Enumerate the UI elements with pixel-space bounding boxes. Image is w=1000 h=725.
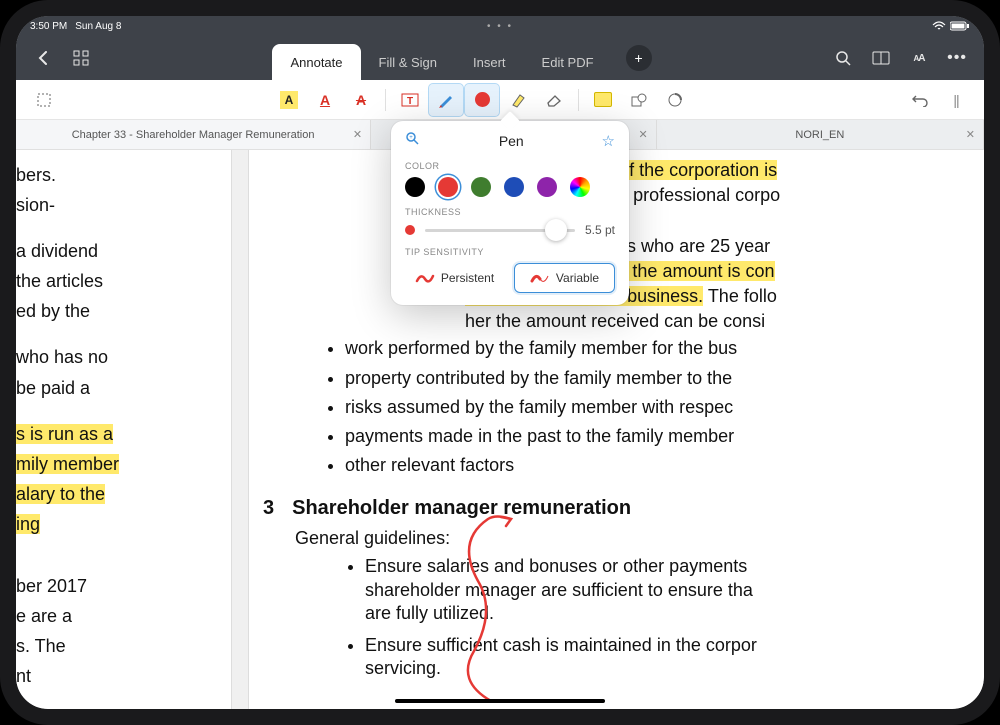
strikethrough-tool[interactable]: A <box>344 84 378 116</box>
tab-annotate[interactable]: Annotate <box>272 44 360 80</box>
tab-insert[interactable]: Insert <box>455 44 524 80</box>
variable-stroke-icon <box>530 271 550 285</box>
add-tab-button[interactable]: + <box>626 45 652 71</box>
color-purple[interactable] <box>537 177 557 197</box>
doc-tab-3-label: NORI_EN <box>795 129 844 141</box>
annotation-toolbar: A A A T <box>16 80 984 120</box>
pen-settings-popover: + Pen ☆ COLOR THICKNESS 5.5 pt TIP SENSI… <box>391 121 629 305</box>
color-custom[interactable] <box>570 177 590 197</box>
thickness-preview-dot <box>405 225 415 235</box>
magnifier-icon[interactable]: + <box>405 131 421 151</box>
outline-icon[interactable] <box>866 43 896 73</box>
doc-tab-1-label: Chapter 33 - Shareholder Manager Remuner… <box>72 129 315 141</box>
color-black[interactable] <box>405 177 425 197</box>
stamp-tool[interactable] <box>658 84 692 116</box>
highlighter-tool[interactable] <box>501 84 535 116</box>
tip-label: TIP SENSITIVITY <box>405 247 615 257</box>
popover-title: Pen <box>499 133 524 149</box>
undo-button[interactable] <box>903 84 937 116</box>
pane-divider[interactable] <box>231 150 249 709</box>
text-settings-icon[interactable]: AA <box>904 43 934 73</box>
toolbar-handle[interactable]: || <box>939 84 973 116</box>
grid-icon[interactable] <box>66 43 96 73</box>
svg-text:T: T <box>407 96 413 107</box>
eraser-tool[interactable] <box>537 84 571 116</box>
wifi-icon <box>932 21 946 31</box>
underline-tool[interactable]: A <box>308 84 342 116</box>
left-document-pane[interactable]: bers. sion- a dividend the articles ed b… <box>16 150 231 709</box>
tip-persistent-button[interactable]: Persistent <box>405 263 504 293</box>
tab-fill-sign[interactable]: Fill & Sign <box>361 44 456 80</box>
selection-tool-icon[interactable] <box>27 84 61 116</box>
slider-thumb[interactable] <box>545 219 567 241</box>
status-right-icons <box>932 21 970 31</box>
text-box-tool[interactable]: T <box>393 84 427 116</box>
doc-tab-1[interactable]: Chapter 33 - Shareholder Manager Remuner… <box>16 120 371 149</box>
close-icon[interactable]: ✕ <box>966 128 975 141</box>
tab-edit-pdf[interactable]: Edit PDF <box>524 44 612 80</box>
color-red[interactable] <box>438 177 458 197</box>
search-icon[interactable] <box>828 43 858 73</box>
status-bar: 3:50 PM Sun Aug 8 • • • <box>16 16 984 36</box>
more-icon[interactable]: ••• <box>942 43 972 73</box>
color-green[interactable] <box>471 177 491 197</box>
battery-icon <box>950 21 970 31</box>
main-toolbar: Annotate Fill & Sign Insert Edit PDF + A… <box>16 36 984 80</box>
close-icon[interactable]: ✕ <box>353 128 362 141</box>
tip-variable-button[interactable]: Variable <box>514 263 615 293</box>
shape-tool[interactable] <box>622 84 656 116</box>
pen-tool[interactable] <box>429 84 463 116</box>
thickness-label: THICKNESS <box>405 207 615 217</box>
thickness-slider[interactable] <box>425 229 575 232</box>
section-heading: 3Shareholder manager remuneration <box>263 494 984 522</box>
doc-tab-3[interactable]: NORI_EN ✕ <box>657 120 984 149</box>
status-time: 3:50 PM <box>30 21 67 32</box>
home-indicator[interactable] <box>395 699 605 703</box>
back-button[interactable] <box>28 43 58 73</box>
persistent-stroke-icon <box>415 271 435 285</box>
color-picker-button[interactable] <box>465 84 499 116</box>
highlight-text-tool[interactable]: A <box>272 84 306 116</box>
thickness-value: 5.5 pt <box>585 223 615 237</box>
sticky-note-tool[interactable] <box>586 84 620 116</box>
close-icon[interactable]: ✕ <box>638 128 647 141</box>
color-label: COLOR <box>405 161 615 171</box>
subheading: General guidelines: <box>255 526 984 551</box>
favorite-star-icon[interactable]: ☆ <box>602 132 615 150</box>
svg-text:+: + <box>409 135 413 141</box>
status-date: Sun Aug 8 <box>75 21 121 32</box>
color-blue[interactable] <box>504 177 524 197</box>
multitask-dots[interactable]: • • • <box>487 21 513 32</box>
